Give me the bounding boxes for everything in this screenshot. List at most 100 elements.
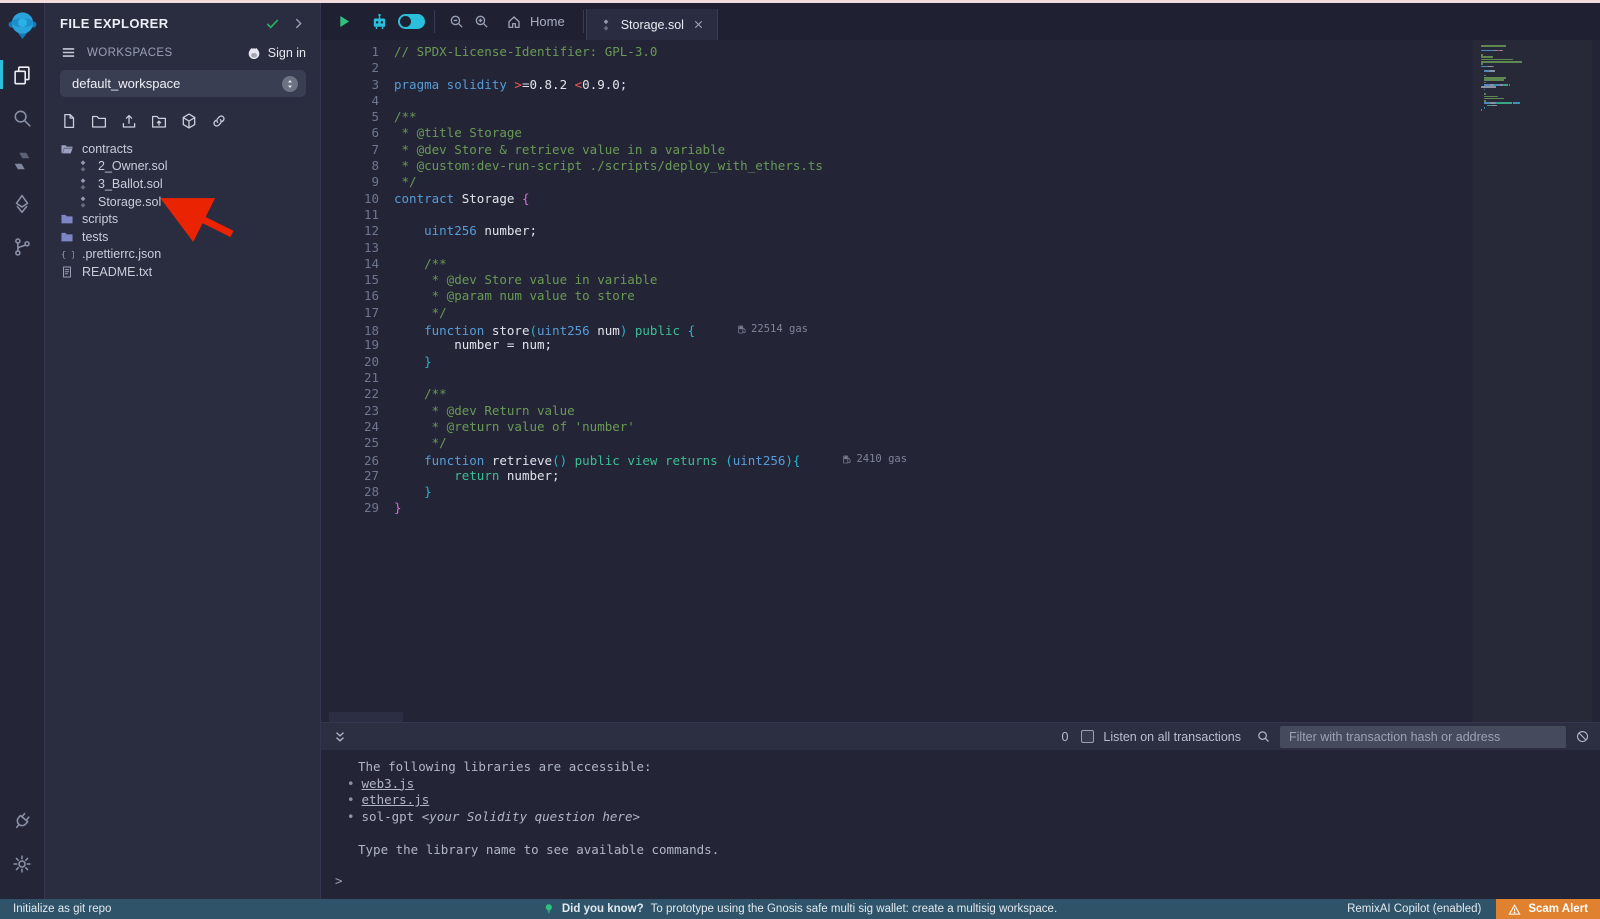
code-line: 21 <box>321 370 1450 386</box>
code-line: 29} <box>321 500 1450 516</box>
solidity-icon <box>76 195 90 209</box>
listen-all-transactions-checkbox[interactable] <box>1081 730 1094 743</box>
file-explorer-header: FILE EXPLORER <box>45 3 320 38</box>
git-icon[interactable] <box>0 225 45 268</box>
terminal-hint: Type the library name to see available c… <box>335 842 1600 859</box>
connect-localhost-icon[interactable] <box>210 112 228 130</box>
solidity-icon <box>76 177 90 191</box>
chevron-right-icon[interactable] <box>291 16 306 31</box>
code-line: 14 /** <box>321 256 1450 272</box>
workspace-select[interactable]: default_workspace <box>60 70 306 97</box>
library-link[interactable]: web3.js <box>362 776 415 791</box>
file-tree-item-contracts[interactable]: contracts <box>45 140 320 158</box>
line-number: 11 <box>321 207 379 223</box>
zoom-in-icon <box>473 13 490 30</box>
panel-title: FILE EXPLORER <box>60 16 264 31</box>
line-number: 1 <box>321 44 379 60</box>
transaction-filter-input[interactable] <box>1280 726 1566 748</box>
minimap[interactable] <box>1473 40 1592 722</box>
did-you-know-tip: Did you know? To prototype using the Gno… <box>543 903 1057 915</box>
check-icon <box>264 15 281 32</box>
file-tree-item-readme-txt[interactable]: README.txt <box>45 263 320 281</box>
code-line: 2 <box>321 60 1450 76</box>
run-script-button[interactable] <box>334 12 353 31</box>
code-line: 11 <box>321 207 1450 223</box>
upload-folder-icon[interactable] <box>150 112 168 130</box>
scam-alert-button[interactable]: Scam Alert <box>1496 899 1600 919</box>
main-area: Home Storage.sol 1// SPDX-License-Identi… <box>320 3 1600 899</box>
solidity-icon <box>76 159 90 173</box>
tab-home-label: Home <box>530 14 565 29</box>
deploy-run-icon[interactable] <box>0 182 45 225</box>
line-number: 19 <box>321 337 379 353</box>
file-explorer-panel: FILE EXPLORER WORKSPACES Sign in default… <box>45 3 320 899</box>
code-line: 15 * @dev Store value in variable <box>321 272 1450 288</box>
file-name: Storage.sol <box>98 195 161 209</box>
create-workspace-template-icon[interactable] <box>180 112 198 130</box>
zoom-in-button[interactable] <box>473 13 490 30</box>
new-file-icon[interactable] <box>60 112 78 130</box>
line-number: 10 <box>321 191 379 207</box>
home-icon <box>506 14 522 30</box>
tab-home[interactable]: Home <box>494 3 577 40</box>
file-tree-item-2-owner-sol[interactable]: 2_Owner.sol <box>45 158 320 176</box>
line-number: 3 <box>321 77 379 93</box>
ai-copilot-button[interactable] <box>369 11 390 32</box>
line-number: 4 <box>321 93 379 109</box>
activity-bar-bottom <box>0 799 45 899</box>
clear-console-icon[interactable] <box>1575 729 1590 744</box>
copilot-toggle[interactable] <box>398 14 425 29</box>
workspace-selected-value: default_workspace <box>72 76 282 91</box>
code-line: 5/** <box>321 109 1450 125</box>
file-tree: contracts 2_Owner.sol 3_Ballot.sol Stora… <box>45 137 320 281</box>
json-icon: { } <box>60 247 74 261</box>
settings-icon[interactable] <box>0 842 45 885</box>
copilot-status[interactable]: RemixAI Copilot (enabled) <box>1332 903 1496 915</box>
status-bar-right: RemixAI Copilot (enabled) Scam Alert <box>1332 899 1600 919</box>
code-editor[interactable]: 1// SPDX-License-Identifier: GPL-3.023pr… <box>321 40 1600 722</box>
close-tab-icon[interactable] <box>692 18 705 31</box>
upload-file-icon[interactable] <box>120 112 138 130</box>
zoom-out-button[interactable] <box>448 13 465 30</box>
line-number: 17 <box>321 305 379 321</box>
code-line: 19 number = num; <box>321 337 1450 353</box>
tab-storage-sol[interactable]: Storage.sol <box>586 9 718 40</box>
file-tree-item-scripts[interactable]: scripts <box>45 210 320 228</box>
library-name: sol-gpt <box>362 809 422 824</box>
library-link[interactable]: ethers.js <box>362 792 430 807</box>
file-tree-item-3-ballot-sol[interactable]: 3_Ballot.sol <box>45 175 320 193</box>
folder-open-icon <box>60 142 74 156</box>
gas-estimate-badge: 2410 gas <box>842 451 907 467</box>
line-number: 22 <box>321 386 379 402</box>
file-name: .prettierrc.json <box>82 247 161 261</box>
init-git-repo-button[interactable]: Initialize as git repo <box>0 903 111 915</box>
file-name: README.txt <box>82 265 152 279</box>
terminal-library-item: •sol-gpt <your Solidity question here> <box>335 809 1600 826</box>
terminal-toolbar: 0 Listen on all transactions <box>321 723 1600 750</box>
lightbulb-icon <box>543 903 555 915</box>
collapse-terminal-button[interactable] <box>333 730 347 744</box>
code-line: 22 /** <box>321 386 1450 402</box>
file-tree-item-storage-sol[interactable]: Storage.sol <box>45 193 320 211</box>
zoom-out-icon <box>448 13 465 30</box>
sign-in-button[interactable]: Sign in <box>246 45 306 61</box>
workspaces-menu-icon[interactable] <box>60 44 77 61</box>
line-number: 20 <box>321 354 379 370</box>
remix-logo[interactable] <box>7 10 38 41</box>
tip-text: To prototype using the Gnosis safe multi… <box>651 903 1058 915</box>
horizontal-scrollbar[interactable] <box>329 712 403 722</box>
solidity-compiler-icon[interactable] <box>0 139 45 182</box>
line-number: 8 <box>321 158 379 174</box>
file-tree-item-tests[interactable]: tests <box>45 228 320 246</box>
line-number: 21 <box>321 370 379 386</box>
play-icon <box>334 12 353 31</box>
plugin-manager-icon[interactable] <box>0 799 45 842</box>
gas-value: 22514 gas <box>751 321 808 337</box>
search-icon[interactable] <box>0 96 45 139</box>
new-folder-icon[interactable] <box>90 112 108 130</box>
file-tree-item--prettierrc-json[interactable]: { } .prettierrc.json <box>45 246 320 264</box>
line-number: 16 <box>321 288 379 304</box>
activity-bar <box>0 3 45 899</box>
file-explorer-icon[interactable] <box>0 53 45 96</box>
workspace-select-spinner-icon <box>282 76 298 92</box>
